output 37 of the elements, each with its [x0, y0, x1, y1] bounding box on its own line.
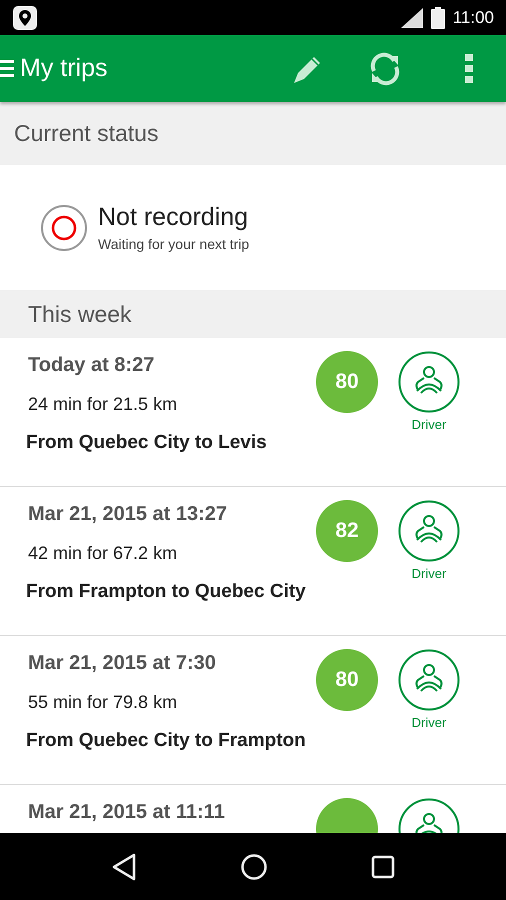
- trip-row[interactable]: Today at 8:27 24 min for 21.5 km From Quebec City to Levis 80 Driver: [0, 338, 506, 487]
- status-title: Not recording: [98, 203, 250, 232]
- driver-icon: [398, 500, 460, 562]
- role-label: Driver: [412, 417, 446, 432]
- recents-icon[interactable]: [370, 854, 395, 878]
- trip-route: From Quebec City to Levis: [26, 432, 268, 454]
- clock: 11:00: [452, 8, 494, 28]
- driver-icon: [398, 351, 460, 413]
- trip-duration: 42 min for 67.2 km: [28, 543, 178, 564]
- trip-duration: 24 min for 21.5 km: [28, 394, 178, 415]
- status-subtitle: Waiting for your next trip: [98, 236, 250, 252]
- menu-icon[interactable]: [0, 58, 14, 80]
- driver-icon: [398, 649, 460, 711]
- score-badge: 80: [316, 649, 378, 711]
- signal-icon: [400, 8, 423, 28]
- trip-date: Today at 8:27: [28, 354, 156, 377]
- trip-date: Mar 21, 2015 at 13:27: [28, 503, 228, 526]
- trip-duration: 55 min for 79.8 km: [28, 692, 178, 713]
- score-badge: 80: [316, 351, 378, 413]
- trip-row[interactable]: Mar 21, 2015 at 13:27 42 min for 67.2 km From Frampton to Quebec City 82 Driver: [0, 487, 506, 636]
- trip-date: Mar 21, 2015 at 7:30: [28, 652, 217, 675]
- back-icon[interactable]: [111, 852, 138, 880]
- role-label: Driver: [412, 715, 446, 730]
- trip-row[interactable]: Mar 21, 2015 at 7:30 55 min for 79.8 km From Quebec City to Frampton 80 Driver: [0, 636, 506, 785]
- battery-icon: [430, 6, 445, 28]
- app-logo-icon: [12, 6, 38, 30]
- home-icon[interactable]: [240, 852, 268, 880]
- score-badge: 82: [316, 500, 378, 562]
- screen-title: My trips: [20, 54, 108, 83]
- section-header: This week: [0, 290, 506, 338]
- trip-route: From Frampton to Quebec City: [26, 581, 307, 603]
- trip-date: Mar 21, 2015 at 11:11: [28, 801, 226, 824]
- refresh-icon[interactable]: [368, 52, 402, 86]
- more-options-icon[interactable]: [464, 54, 474, 84]
- trip-route: From Quebec City to Frampton: [26, 730, 307, 752]
- section-header: Current status: [0, 102, 506, 165]
- role-label: Driver: [412, 566, 446, 581]
